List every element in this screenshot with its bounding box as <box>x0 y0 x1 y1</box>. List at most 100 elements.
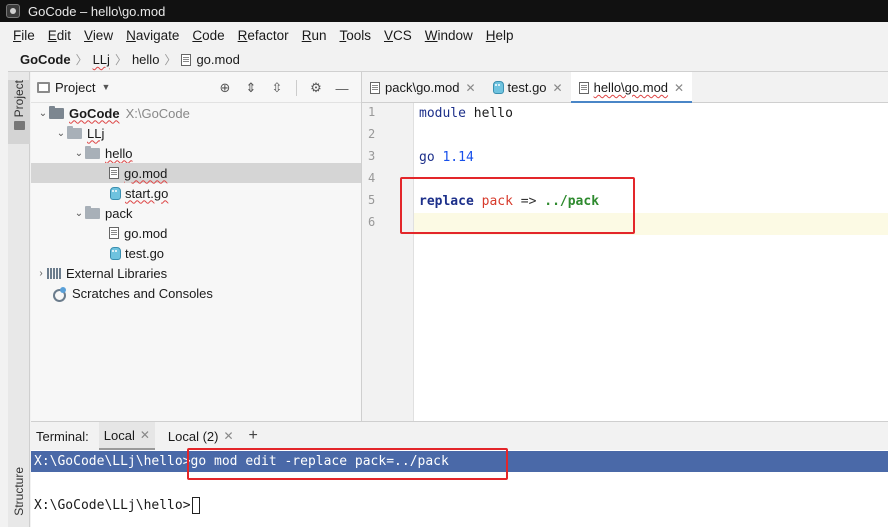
tree-item-label: pack <box>105 205 133 221</box>
structure-tool-tab[interactable]: Structure <box>8 467 30 527</box>
breadcrumb-file[interactable]: go.mod <box>181 52 240 67</box>
tree-item-label: go.mod <box>124 165 168 181</box>
close-icon[interactable]: ✕ <box>553 81 563 95</box>
tab-terminal-local-2[interactable]: Local (2) ✕ <box>163 422 239 450</box>
tree-item-pack-go-mod[interactable]: go.mod <box>31 223 361 243</box>
tree-item-hello[interactable]: ⌄ hello <box>31 143 361 163</box>
breadcrumb-project[interactable]: GoCode <box>20 52 71 67</box>
tree-item-label: Scratches and Consoles <box>72 285 213 301</box>
close-icon[interactable]: ✕ <box>140 428 150 442</box>
tree-item-label: GoCode <box>69 105 120 121</box>
tree-item-pack[interactable]: ⌄ pack <box>31 203 361 223</box>
folder-icon <box>67 125 82 139</box>
toolbar-divider <box>296 80 297 96</box>
chevron-down-icon[interactable]: ⌄ <box>37 108 49 119</box>
tree-item-scratches[interactable]: Scratches and Consoles <box>31 283 361 303</box>
chevron-right-icon: 〉 <box>164 53 177 67</box>
menu-vcs[interactable]: VCS <box>384 28 412 43</box>
tree-item-label: hello <box>105 145 133 161</box>
chevron-right-icon[interactable]: › <box>35 268 47 279</box>
collapse-all-icon[interactable]: ⇳ <box>264 79 290 97</box>
project-toolbar: ⊕ ⇕ ⇳ ⚙ — <box>212 79 355 97</box>
menu-refactor[interactable]: Refactor <box>238 28 289 43</box>
menu-code[interactable]: Code <box>192 28 224 43</box>
file-icon <box>578 81 589 94</box>
terminal-line-prompt[interactable]: X:\GoCode\LLj\hello> <box>31 495 200 516</box>
title-bar: GoCode – hello\go.mod <box>0 0 888 22</box>
close-icon[interactable]: ✕ <box>674 81 684 95</box>
close-icon[interactable]: ✕ <box>223 429 233 443</box>
chevron-down-icon[interactable]: ⌄ <box>73 208 85 219</box>
menu-run[interactable]: Run <box>302 28 327 43</box>
breadcrumb: GoCode 〉 LLj 〉 hello 〉 go.mod <box>8 48 888 72</box>
line-number-gutter[interactable]: 1 2 3 4 5 6 <box>362 103 414 421</box>
tab-label: test.go <box>507 80 547 95</box>
breadcrumb-llj[interactable]: LLj <box>93 52 110 67</box>
chevron-down-icon[interactable]: ▼ <box>101 82 110 92</box>
expand-all-icon[interactable]: ⇕ <box>238 79 264 97</box>
project-tool-tab[interactable]: Project <box>8 80 30 144</box>
go-file-icon <box>492 81 504 94</box>
line-number: 5 <box>368 193 376 207</box>
chevron-down-icon[interactable]: ⌄ <box>73 148 85 159</box>
menu-view[interactable]: View <box>84 28 113 43</box>
project-view-selector[interactable]: Project <box>55 80 95 95</box>
tree-item-label: LLj <box>87 125 105 141</box>
tree-item-external-libraries[interactable]: › External Libraries <box>31 263 361 283</box>
go-file-icon <box>109 246 121 260</box>
menu-edit[interactable]: Edit <box>48 28 71 43</box>
app-logo-icon <box>6 4 20 18</box>
tab-test-go[interactable]: test.go ✕ <box>484 72 571 103</box>
hide-icon[interactable]: — <box>329 79 355 97</box>
tree-item-test-go[interactable]: test.go <box>31 243 361 263</box>
line-number: 4 <box>368 171 376 185</box>
menu-file[interactable]: File <box>13 28 35 43</box>
folder-icon <box>13 121 25 131</box>
tree-item-start-go[interactable]: start.go <box>31 183 361 203</box>
menu-navigate[interactable]: Navigate <box>126 28 179 43</box>
terminal-cursor <box>191 497 200 514</box>
tab-pack-go-mod[interactable]: pack\go.mod ✕ <box>362 72 484 103</box>
tree-item-hello-go-mod[interactable]: go.mod <box>31 163 361 183</box>
file-icon <box>181 53 192 66</box>
menu-help[interactable]: Help <box>486 28 514 43</box>
tab-terminal-local[interactable]: Local ✕ <box>98 422 155 450</box>
breadcrumb-hello[interactable]: hello <box>132 52 159 67</box>
tool-window-strip: Project Structure <box>8 72 30 527</box>
code-line-3: go 1.14 <box>419 150 474 165</box>
file-icon <box>109 227 119 239</box>
project-tool-label: Project <box>12 80 26 118</box>
line-number: 6 <box>368 215 376 229</box>
tree-item-gocode[interactable]: ⌄ GoCode X:\GoCode <box>31 103 361 123</box>
tree-item-label: External Libraries <box>66 265 168 281</box>
structure-tool-label: Structure <box>12 467 26 516</box>
chevron-right-icon: 〉 <box>114 53 127 67</box>
menu-tools[interactable]: Tools <box>339 28 371 43</box>
folder-icon <box>85 145 100 159</box>
tree-item-llj[interactable]: ⌄ LLj <box>31 123 361 143</box>
menu-window[interactable]: Window <box>425 28 473 43</box>
project-icon <box>37 81 50 93</box>
tree-item-label: go.mod <box>124 225 168 241</box>
tab-hello-go-mod[interactable]: hello\go.mod ✕ <box>570 72 693 104</box>
folder-icon <box>49 105 64 119</box>
chevron-right-icon: 〉 <box>75 53 88 67</box>
project-panel: Project ▼ ⊕ ⇕ ⇳ ⚙ — ⌄ GoCode X:\GoCode ⌄… <box>31 72 362 421</box>
chevron-down-icon[interactable]: ⌄ <box>55 128 67 139</box>
code-editor[interactable]: 1 2 3 4 5 6 module hello go 1.14 replace… <box>362 103 888 421</box>
terminal-title: Terminal: <box>36 428 89 444</box>
tab-label: hello\go.mod <box>593 80 669 95</box>
locate-icon[interactable]: ⊕ <box>212 79 238 97</box>
tree-item-path: X:\GoCode <box>125 105 190 121</box>
annotation-box-editor <box>400 177 635 234</box>
editor-tabs: pack\go.mod ✕ test.go ✕ hello\go.mod ✕ <box>362 72 888 104</box>
go-file-icon <box>109 186 121 200</box>
file-icon <box>109 167 119 179</box>
library-icon <box>47 267 61 279</box>
window-title: GoCode – hello\go.mod <box>28 3 166 19</box>
menu-bar: File Edit View Navigate Code Refactor Ru… <box>8 22 888 48</box>
gear-icon[interactable]: ⚙ <box>303 79 329 97</box>
add-terminal-button[interactable]: + <box>249 427 258 445</box>
close-icon[interactable]: ✕ <box>465 81 475 95</box>
annotation-box-terminal <box>187 448 508 480</box>
